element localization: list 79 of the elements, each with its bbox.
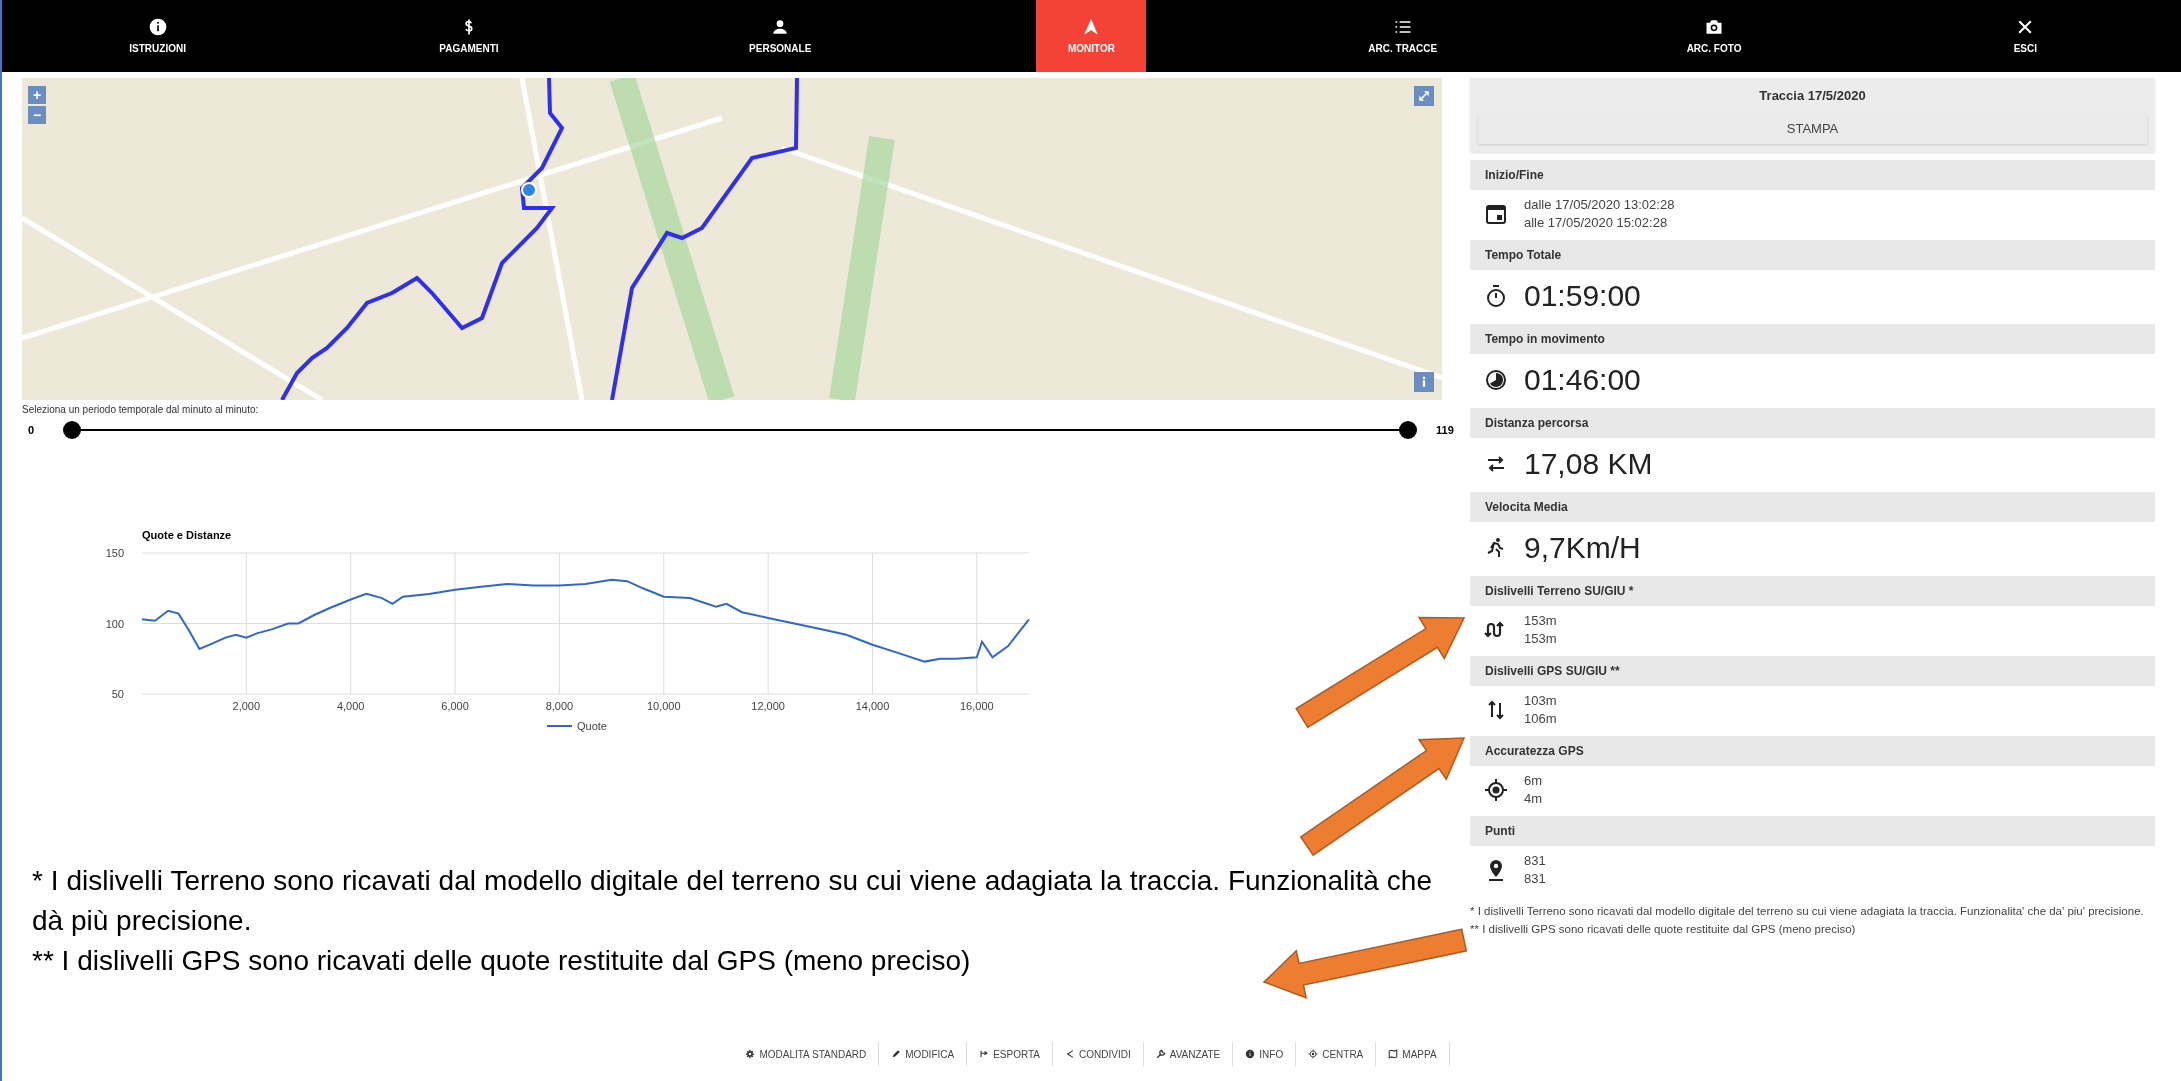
- slider-thumb[interactable]: [1399, 421, 1417, 439]
- nav-tab[interactable]: PERSONALE: [725, 0, 836, 72]
- section-header: Dislivelli GPS SU/GIU **: [1470, 655, 2155, 686]
- share-icon: [1065, 1049, 1076, 1059]
- branch-icon: [979, 1049, 990, 1059]
- stat-value: 106m: [1524, 709, 1557, 728]
- toolbar-button[interactable]: MAPPA: [1376, 1042, 1450, 1066]
- nav-tab[interactable]: PAGAMENTI: [413, 0, 524, 72]
- slider-thumb[interactable]: [63, 421, 81, 439]
- stat-value: 01:46:00: [1524, 361, 1641, 398]
- annotation-text: ** I dislivelli GPS sono ricavati delle quote restituite dal GPS (meno preciso): [32, 944, 972, 978]
- stat-value: alle 17/05/2020 15:02:28: [1524, 213, 1669, 232]
- stat-value: 103m: [1524, 691, 1557, 710]
- y-tick-label: 50: [111, 688, 124, 700]
- section-header: Velocita Media: [1470, 491, 2155, 522]
- pie-clock-icon: [1484, 367, 1508, 392]
- annotation-text: * I dislivelli Terreno sono ricavati dal modello digitale del terreno su cui viene adagiata la traccia. Funzionalità che dà più precisione.: [32, 864, 1432, 938]
- y-tick-label: 100: [105, 617, 124, 630]
- x-tick-label: 16,000: [960, 700, 994, 712]
- section-header: Punti: [1470, 815, 2155, 846]
- section-header: Tempo in movimento: [1470, 323, 2155, 354]
- slider-label: Seleziona un periodo temporale dal minuto al minuto:: [22, 403, 260, 417]
- toolbar-button[interactable]: ESPORTA: [967, 1042, 1054, 1066]
- stat-value: 4m: [1524, 789, 1543, 808]
- fullscreen-button[interactable]: [1414, 86, 1434, 106]
- stopwatch-icon: [1484, 283, 1508, 308]
- stat-value: 153m: [1524, 611, 1557, 630]
- nav-tab[interactable]: ARC. FOTO: [1659, 0, 1770, 72]
- stat-value: 6m: [1524, 771, 1543, 790]
- stat-value: 831: [1524, 869, 1546, 888]
- track-title: Traccia 17/5/2020: [1759, 87, 1866, 105]
- slider-max: 119: [1435, 422, 1455, 438]
- map-icon: [1388, 1049, 1399, 1059]
- toolbar-button[interactable]: MODALITA STANDARD: [733, 1042, 880, 1066]
- print-button[interactable]: STAMPA: [1478, 113, 2147, 144]
- section-header: Inizio/Fine: [1470, 159, 2155, 190]
- section-header: Distanza percorsa: [1470, 407, 2155, 438]
- x-tick-label: 4,000: [336, 700, 365, 712]
- nav-tab[interactable]: ESCI: [1970, 0, 2081, 72]
- stat-value: 01:59:00: [1524, 277, 1641, 314]
- slider-min: 0: [27, 422, 36, 438]
- pencil-icon: [891, 1049, 902, 1059]
- info-button[interactable]: [1414, 372, 1434, 392]
- info-icon: [1245, 1049, 1256, 1059]
- stat-value: dalle 17/05/2020 13:02:28: [1524, 195, 1675, 214]
- section-header: Tempo Totale: [1470, 239, 2155, 270]
- stat-value: 17,08 KM: [1524, 445, 1653, 482]
- x-tick-label: 6,000: [441, 700, 469, 712]
- gear-icon: [745, 1049, 756, 1059]
- footnote-text: ** I dislivelli GPS sono ricavati delle quote restituite dal GPS (meno preciso): [1470, 921, 1857, 937]
- wrench-icon: [1155, 1049, 1166, 1059]
- x-tick-label: 14,000: [855, 700, 890, 712]
- chart-title: Quote e Distanze: [142, 529, 232, 541]
- toolbar-button[interactable]: AVANZATE: [1143, 1042, 1234, 1066]
- info-icon: [147, 16, 168, 37]
- nav-tab[interactable]: ARC. TRACCE: [1347, 0, 1458, 72]
- x-tick-label: 10,000: [646, 700, 681, 712]
- position-marker: [521, 182, 537, 198]
- stat-value: 831: [1524, 851, 1546, 870]
- footnote-text: * I dislivelli Terreno sono ricavati dal modello digitale del terreno su cui viene adagiata la traccia. Funzionalita' che da' piu' precisione.: [1470, 903, 2145, 919]
- y-tick-label: 150: [105, 547, 124, 559]
- toolbar-button[interactable]: CENTRA: [1296, 1042, 1377, 1066]
- crosshair-icon: [1484, 777, 1508, 802]
- stat-value: 9,7Km/H: [1524, 529, 1641, 566]
- nav-tab[interactable]: MONITOR: [1036, 0, 1147, 72]
- stat-value: 153m: [1524, 629, 1557, 648]
- toolbar-button[interactable]: MODIFICA: [879, 1042, 968, 1066]
- toolbar-button[interactable]: CONDIVIDI: [1053, 1042, 1144, 1066]
- legend-label: Quote: [577, 720, 607, 732]
- section-header: Dislivelli Terreno SU/GIU *: [1470, 575, 2155, 606]
- crosshair-icon: [1308, 1049, 1319, 1059]
- x-tick-label: 12,000: [751, 700, 785, 712]
- expand-icon: [1417, 89, 1431, 103]
- x-tick-label: 8,000: [545, 700, 574, 712]
- nav-tab[interactable]: ISTRUZIONI: [102, 0, 213, 72]
- x-tick-label: 2,000: [232, 700, 261, 712]
- range-slider[interactable]: [62, 419, 1418, 441]
- toolbar-button[interactable]: INFO: [1233, 1042, 1297, 1066]
- section-header: Accuratezza GPS: [1470, 735, 2155, 766]
